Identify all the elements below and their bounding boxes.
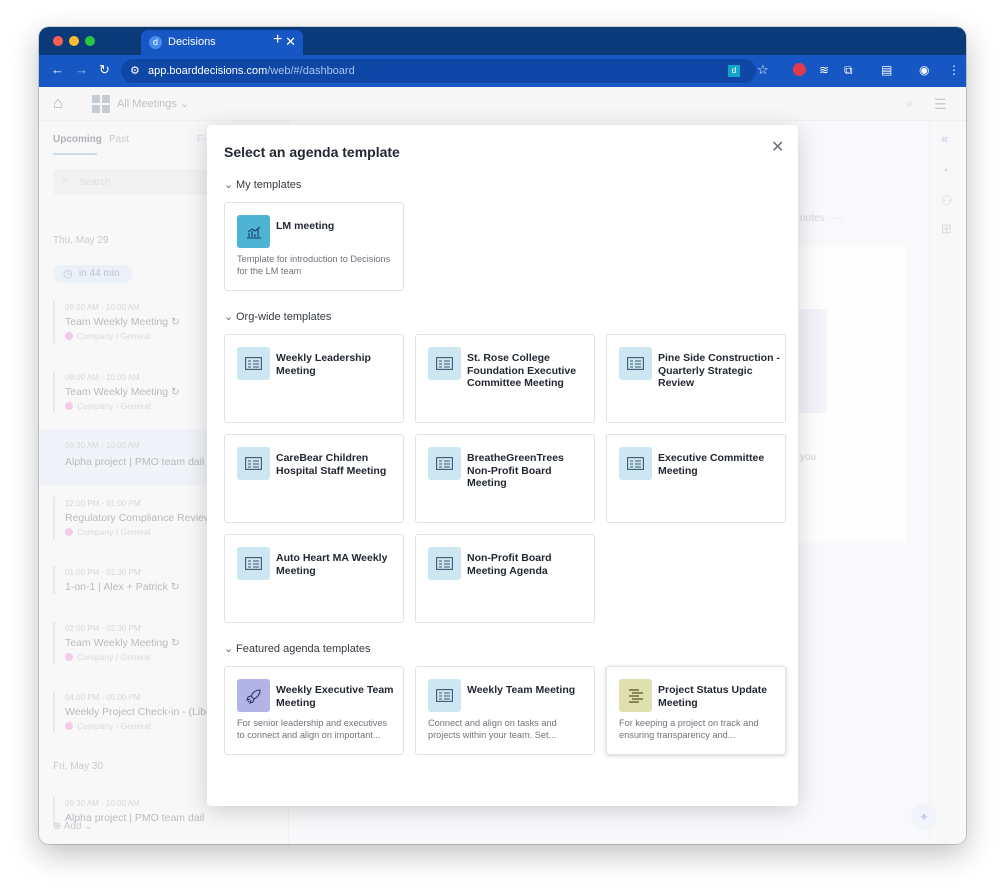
maximize-window-button[interactable] <box>85 36 95 46</box>
document-icon <box>619 447 652 480</box>
reload-icon[interactable]: ↻ <box>99 62 110 78</box>
template-card[interactable]: Weekly Leadership Meeting <box>224 334 404 423</box>
template-card[interactable]: Non-Profit Board Meeting Agenda <box>415 534 595 623</box>
document-icon <box>428 347 461 380</box>
bookmark-star-icon[interactable]: ☆ <box>757 62 769 78</box>
close-window-button[interactable] <box>53 36 63 46</box>
forward-icon[interactable]: → <box>75 62 88 77</box>
extension-icon[interactable]: d <box>728 65 740 77</box>
tab-title: Decisions <box>168 36 216 48</box>
rocket-icon <box>237 679 270 712</box>
document-icon <box>237 347 270 380</box>
agenda-template-modal: Select an agenda template ✕ ⌄ My template… <box>207 125 798 806</box>
url-text: app.boarddecisions.com/web/#/dashboard <box>148 65 355 77</box>
document-icon <box>428 679 461 712</box>
template-card[interactable]: BreatheGreenTrees Non-Profit Board Meeti… <box>415 434 595 523</box>
close-icon[interactable]: ✕ <box>771 137 784 157</box>
section-org-templates[interactable]: ⌄ Org-wide templates <box>224 310 331 323</box>
template-card[interactable]: St. Rose College Foundation Executive Co… <box>415 334 595 423</box>
document-icon <box>237 547 270 580</box>
tab-search-icon[interactable]: ▤ <box>881 63 892 77</box>
template-card-featured[interactable]: Weekly Team Meeting Connect and align on… <box>415 666 595 755</box>
section-my-templates[interactable]: ⌄ My templates <box>224 178 301 191</box>
back-icon[interactable]: ← <box>51 62 64 77</box>
document-icon <box>428 547 461 580</box>
document-icon <box>428 447 461 480</box>
template-card-lm-meeting[interactable]: LM meeting Template for introduction to … <box>224 202 404 291</box>
profile-icon[interactable]: ◉ <box>919 63 929 77</box>
document-icon <box>619 347 652 380</box>
tab-close-icon[interactable]: ✕ <box>285 34 296 50</box>
document-icon <box>237 447 270 480</box>
site-settings-icon[interactable]: ⚙ <box>130 64 140 77</box>
extension-red-icon[interactable] <box>793 63 806 76</box>
decisions-favicon-icon: d <box>149 36 162 49</box>
chevron-down-icon: ⌄ <box>224 311 234 323</box>
chevron-down-icon: ⌄ <box>224 179 234 191</box>
chevron-down-icon: ⌄ <box>224 643 234 655</box>
template-card[interactable]: Executive Committee Meeting <box>606 434 786 523</box>
template-card[interactable]: Auto Heart MA Weekly Meeting <box>224 534 404 623</box>
browser-toolbar: ← → ↻ ⚙ app.boarddecisions.com/web/#/das… <box>39 55 966 87</box>
template-card-featured[interactable]: Weekly Executive Team Meeting For senior… <box>224 666 404 755</box>
section-featured-templates[interactable]: ⌄ Featured agenda templates <box>224 642 371 655</box>
browser-menu-icon[interactable]: ⋮ <box>948 63 960 77</box>
template-card[interactable]: Pine Side Construction - Quarterly Strat… <box>606 334 786 423</box>
new-tab-button[interactable]: + <box>273 31 282 49</box>
chart-icon <box>237 215 270 248</box>
template-card-featured[interactable]: Project Status Update Meeting For keepin… <box>606 666 786 755</box>
title-bar: d Decisions ✕ + <box>39 27 966 55</box>
address-bar[interactable]: ⚙ app.boarddecisions.com/web/#/dashboard… <box>121 59 756 83</box>
extensions-puzzle-icon[interactable]: ⧉ <box>844 63 853 78</box>
extension-stripes-icon[interactable]: ≋ <box>819 63 829 77</box>
modal-title: Select an agenda template <box>224 144 400 160</box>
list-icon <box>619 679 652 712</box>
minimize-window-button[interactable] <box>69 36 79 46</box>
template-card[interactable]: CareBear Children Hospital Staff Meeting <box>224 434 404 523</box>
